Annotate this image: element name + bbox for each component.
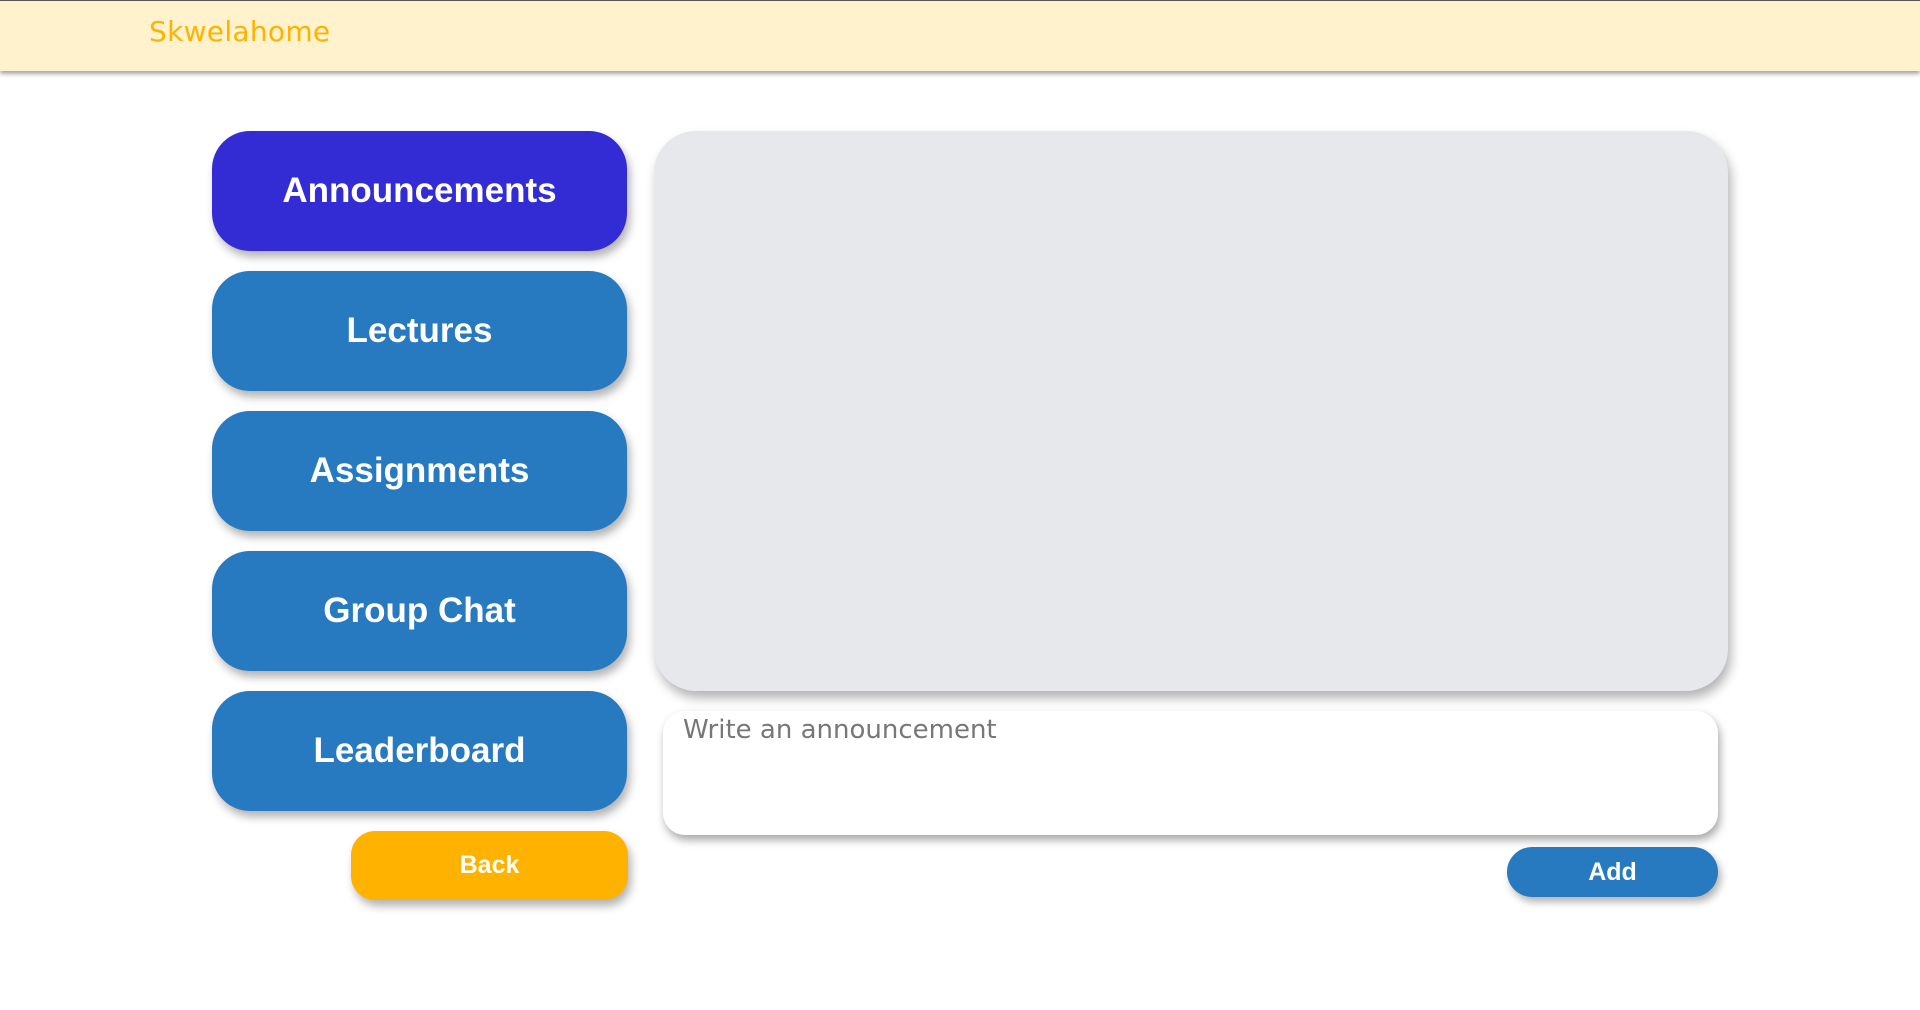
nav-leaderboard-button[interactable]: Leaderboard [212,691,627,811]
nav-group-chat-button[interactable]: Group Chat [212,551,627,671]
add-announcement-button[interactable]: Add [1507,847,1718,897]
brand-logo-text[interactable]: Skwelahome [149,15,330,48]
nav-announcements-button[interactable]: Announcements [212,131,627,251]
nav-lectures-button[interactable]: Lectures [212,271,627,391]
announcements-feed-panel[interactable] [654,131,1728,691]
back-button[interactable]: Back [351,831,628,900]
announcement-input[interactable] [663,711,1718,835]
top-header: Skwelahome [0,0,1920,71]
nav-assignments-button[interactable]: Assignments [212,411,627,531]
